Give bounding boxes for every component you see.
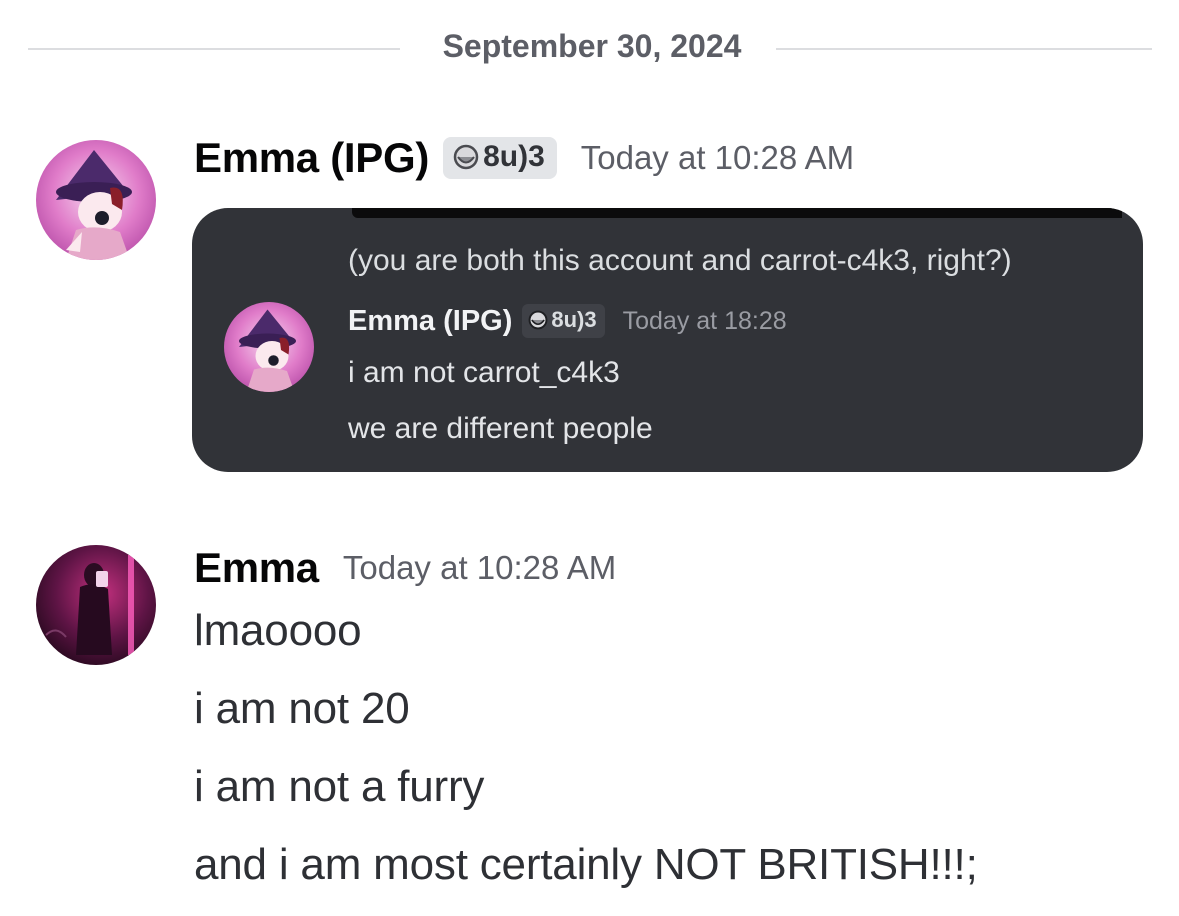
embed-avatar[interactable] bbox=[224, 302, 314, 392]
timestamp[interactable]: Today at 10:28 AM bbox=[343, 549, 616, 587]
date-divider: September 30, 2024 bbox=[28, 22, 1152, 78]
message-line: i am not 20 bbox=[194, 684, 410, 733]
embed-clan-tag[interactable]: 8u)3 bbox=[522, 304, 605, 338]
avatar[interactable] bbox=[36, 140, 156, 260]
clan-badge-icon bbox=[453, 144, 479, 170]
username[interactable]: Emma bbox=[194, 544, 319, 592]
embed-message-line: we are different people bbox=[348, 412, 653, 445]
embed-header: Emma (IPG) 8u)3 Today at 18:28 bbox=[348, 304, 787, 338]
clan-tag[interactable]: 8u)3 bbox=[443, 137, 557, 179]
username[interactable]: Emma (IPG) bbox=[194, 134, 429, 182]
embed-timestamp[interactable]: Today at 18:28 bbox=[623, 307, 787, 336]
embed-clan-tag-label: 8u)3 bbox=[551, 307, 597, 332]
message-line: i am not a furry bbox=[194, 762, 485, 811]
message-header: Emma Today at 10:28 AM bbox=[194, 544, 616, 592]
clan-badge-icon bbox=[528, 310, 548, 330]
forwarded-message[interactable]: (you are both this account and carrot-c4… bbox=[192, 208, 1143, 472]
embed-context-text: (you are both this account and carrot-c4… bbox=[348, 244, 1012, 277]
message-line: and i am most certainly NOT BRITISH!!!; bbox=[194, 840, 978, 889]
divider-date: September 30, 2024 bbox=[442, 28, 742, 64]
clan-tag-label: 8u)3 bbox=[483, 140, 545, 173]
embed-username[interactable]: Emma (IPG) bbox=[348, 305, 512, 338]
divider-line-left bbox=[28, 48, 400, 50]
message-header: Emma (IPG) 8u)3 Today at 10:28 AM bbox=[194, 134, 854, 182]
chat-view: September 30, 2024 Emma (IPG) 8u)3 Today… bbox=[0, 0, 1179, 916]
divider-line-right bbox=[776, 48, 1152, 50]
embed-message-line: i am not carrot_c4k3 bbox=[348, 356, 620, 389]
timestamp[interactable]: Today at 10:28 AM bbox=[581, 139, 854, 177]
avatar[interactable] bbox=[36, 545, 156, 665]
embed-top-bar bbox=[352, 208, 1122, 218]
message-line: lmaoooo bbox=[194, 606, 362, 655]
